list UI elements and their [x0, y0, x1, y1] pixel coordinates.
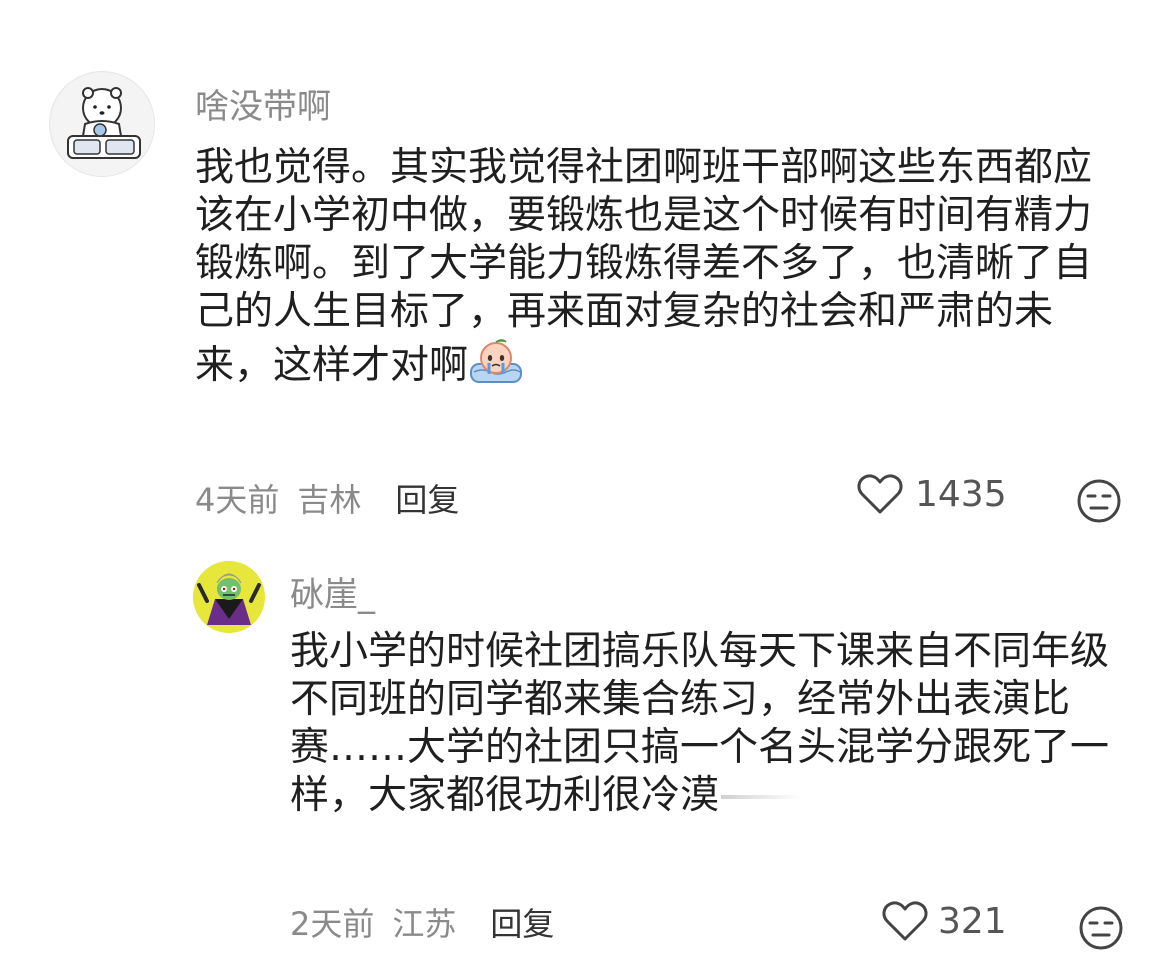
comment-meta: 4天前 吉林 回复 [195, 475, 459, 521]
comment-text-content: 我小学的时候社团搞乐队每天下课来自不同年级不同班的同学都来集合练习，经常外出表演… [290, 629, 1110, 818]
user-avatar[interactable] [49, 71, 155, 177]
comment-time: 4天前 [195, 481, 280, 519]
cartoon-character-avatar-icon [193, 561, 265, 633]
dislike-button[interactable] [1076, 478, 1122, 528]
unamused-face-icon [1077, 479, 1121, 523]
like-button[interactable]: 321 [882, 900, 1007, 942]
comment-text: 我也觉得。其实我觉得社团啊班干部啊这些东西都应该在小学初中做，要锻炼也是这个时候… [195, 144, 1125, 396]
comment-location: 吉林 [297, 481, 362, 519]
dislike-button[interactable] [1078, 905, 1124, 955]
comment-meta: 2天前 江苏 回复 [290, 899, 554, 945]
comment-location: 江苏 [392, 905, 457, 943]
comment-time: 2天前 [290, 905, 375, 943]
white-bear-avatar-icon [51, 73, 154, 176]
heart-icon [882, 901, 928, 941]
crying-peach-emoji-icon [468, 336, 524, 396]
reply-button[interactable]: 回复 [395, 481, 459, 519]
like-count: 321 [938, 900, 1007, 942]
like-button[interactable]: 1435 [857, 473, 1007, 515]
reply-button[interactable]: 回复 [490, 905, 554, 943]
heart-icon [857, 474, 903, 514]
like-count: 1435 [915, 473, 1007, 515]
username[interactable]: 砅崖_ [290, 567, 375, 616]
comment-text: 我小学的时候社团搞乐队每天下课来自不同年级不同班的同学都来集合练习，经常外出表演… [290, 628, 1130, 820]
unamused-face-icon [1079, 906, 1123, 950]
username[interactable]: 啥没带啊 [195, 79, 331, 128]
user-avatar[interactable] [193, 561, 265, 633]
comment-text-content: 我也觉得。其实我觉得社团啊班干部啊这些东西都应该在小学初中做，要锻炼也是这个时候… [195, 145, 1093, 388]
text-fade-divider [721, 795, 802, 800]
